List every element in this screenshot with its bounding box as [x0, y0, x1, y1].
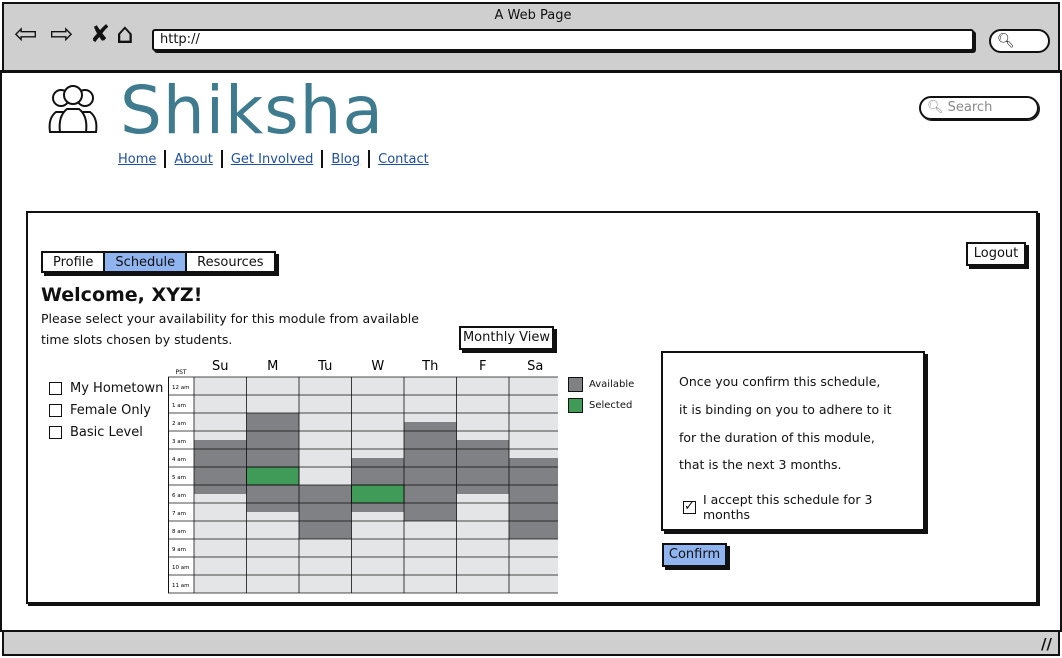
url-bar[interactable]: http://	[152, 29, 974, 51]
legend-selected: Selected	[568, 398, 632, 413]
day-header-Su: Su	[212, 359, 229, 374]
nav-link-get-involved[interactable]: Get Involved	[231, 152, 314, 167]
accept-label: I accept this schedule for 3 months	[702, 492, 873, 522]
selected-slot-block[interactable]	[351, 484, 405, 504]
users-logo-icon	[48, 85, 98, 133]
logout-button[interactable]: Logout	[966, 242, 1026, 266]
resize-grip-icon[interactable]: //	[1041, 635, 1052, 653]
day-header-F: F	[479, 359, 486, 374]
instructions-line: Please select your availability for this…	[41, 311, 419, 326]
legend-label: Selected	[589, 400, 633, 411]
tab-resources[interactable]: Resources	[187, 253, 273, 271]
legend-label: Available	[589, 379, 635, 390]
window-title: A Web Page	[494, 8, 572, 23]
hour-label: 4 am	[172, 457, 186, 463]
nav-separator	[220, 150, 223, 168]
day-header-Th: Th	[421, 359, 438, 374]
checkbox[interactable]	[49, 426, 62, 439]
available-slot-block[interactable]	[404, 422, 457, 521]
tab-schedule[interactable]: Schedule	[105, 253, 188, 271]
site-nav: Home About Get Involved Blog Contact	[118, 150, 429, 168]
confirm-button[interactable]: Confirm	[662, 543, 727, 567]
available-slot-block[interactable]	[246, 413, 300, 512]
welcome-heading: Welcome, XYZ!	[41, 284, 203, 306]
hour-label: 1 am	[172, 403, 186, 409]
window-border-left	[0, 70, 2, 632]
filter-label: Basic Level	[70, 425, 143, 440]
checkbox[interactable]	[49, 404, 62, 417]
search-icon: 🔍︎	[927, 100, 944, 115]
checkmark-icon[interactable]: ✓	[683, 500, 696, 514]
instructions-line: time slots chosen by students.	[41, 332, 233, 347]
close-icon[interactable]: ✘	[90, 20, 110, 48]
checkbox[interactable]	[49, 382, 62, 395]
filter-female-only[interactable]: Female Only	[49, 403, 151, 418]
legend-swatch-available	[568, 377, 583, 392]
home-icon[interactable]: ⌂	[116, 20, 134, 48]
day-header-W: W	[371, 359, 384, 374]
hour-label: 6 am	[172, 493, 186, 499]
nav-link-blog[interactable]: Blog	[331, 152, 360, 167]
nav-separator	[368, 150, 371, 168]
notice-line: it is binding on you to adhere to it	[679, 402, 892, 417]
hour-label: 2 am	[172, 421, 186, 427]
hour-label: 9 am	[172, 547, 186, 553]
day-header-Tu: Tu	[317, 359, 332, 374]
monthly-view-button[interactable]: Monthly View	[459, 326, 554, 350]
filter-basic-level[interactable]: Basic Level	[49, 425, 143, 440]
confirm-notice-box: Once you confirm this schedule, it is bi…	[661, 351, 925, 531]
nav-separator	[321, 150, 324, 168]
search-placeholder: Search	[947, 100, 993, 115]
day-header-M: M	[267, 359, 278, 374]
brand-logo-text[interactable]: Shiksha	[120, 72, 384, 149]
accept-schedule-checkbox[interactable]: ✓ I accept this schedule for 3 months	[683, 492, 923, 522]
browser-search-field[interactable]: 🔍︎	[989, 29, 1050, 53]
tab-profile[interactable]: Profile	[43, 253, 106, 271]
hour-label: 10 am	[172, 565, 189, 571]
day-header-Sa: Sa	[527, 359, 543, 374]
notice-line: that is the next 3 months.	[679, 457, 842, 472]
calendar-grid: PST Su M Tu W Th F Sa 12 am 1 am 2 am 3 am 4 am 5 am 6…	[168, 359, 558, 594]
forward-arrow-icon[interactable]: ⇨	[50, 20, 73, 48]
hour-label: 7 am	[172, 511, 186, 517]
hour-label: 3 am	[172, 439, 186, 445]
available-slot-block[interactable]	[509, 458, 558, 539]
browser-status-bar: //	[2, 630, 1060, 656]
back-arrow-icon[interactable]: ⇦	[14, 20, 37, 48]
notice-line: for the duration of this module,	[679, 430, 875, 445]
available-slot-block[interactable]	[299, 485, 352, 539]
nav-separator	[164, 150, 167, 168]
filter-label: Female Only	[70, 403, 151, 418]
timezone-label: PST	[175, 369, 186, 376]
filter-my-hometown[interactable]: My Hometown	[49, 381, 163, 396]
weekly-calendar: PST Su M Tu W Th F Sa 12 am 1 am 2 am 3 am 4 am 5 am 6…	[168, 357, 558, 597]
tab-bar: Profile Schedule Resources	[41, 251, 276, 273]
notice-line: Once you confirm this schedule,	[679, 374, 881, 389]
nav-link-contact[interactable]: Contact	[378, 152, 429, 167]
legend-available: Available	[568, 377, 634, 392]
nav-link-about[interactable]: About	[174, 152, 212, 167]
selected-slot-block[interactable]	[246, 466, 300, 486]
site-search-input[interactable]: 🔍︎ Search	[919, 96, 1039, 120]
nav-link-home[interactable]: Home	[118, 152, 156, 167]
filter-label: My Hometown	[70, 381, 164, 396]
search-icon: 🔍︎	[997, 33, 1015, 49]
legend-swatch-selected	[568, 398, 583, 413]
hour-label: 12 am	[172, 385, 189, 391]
hour-label: 5 am	[172, 475, 186, 481]
hour-label: 8 am	[172, 529, 186, 535]
hour-label: 11 am	[172, 583, 189, 589]
